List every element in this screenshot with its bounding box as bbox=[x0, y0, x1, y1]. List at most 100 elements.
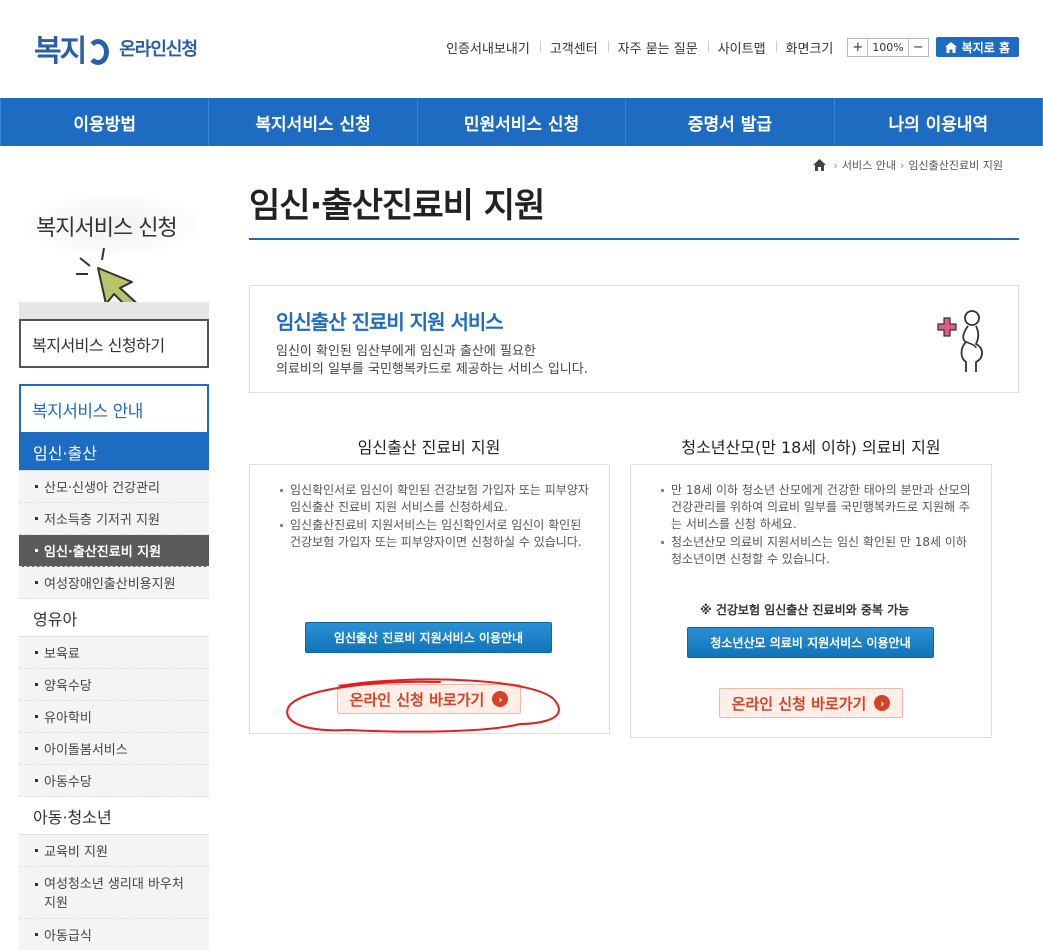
welfare-home-button[interactable]: 복지로 홈 bbox=[935, 37, 1019, 57]
global-nav: 이용방법 복지서비스 신청 민원서비스 신청 증명서 발급 나의 이용내역 bbox=[0, 98, 1043, 146]
sidebar-category-infant[interactable]: 영유아 bbox=[19, 599, 209, 637]
sidebar-item-childcare-fee[interactable]: 보육료 bbox=[19, 637, 209, 669]
pregnancy-guide-button[interactable]: 임신출산 진료비 지원서비스 이용안내 bbox=[305, 622, 552, 653]
sidebar-ledge bbox=[19, 302, 209, 319]
bullet-icon bbox=[35, 747, 38, 750]
sidebar-item-label: 임신·출산진료비 지원 bbox=[44, 545, 162, 560]
gnb-item-usage[interactable]: 이용방법 bbox=[0, 98, 210, 146]
sidebar-item-disabled-birth[interactable]: 여성장애인출산비용지원 bbox=[19, 567, 209, 599]
intro-heading: 임신출산 진료비 지원 서비스 bbox=[276, 310, 504, 334]
home-icon bbox=[944, 41, 957, 53]
sidebar-item-parenting-allowance[interactable]: 양육수당 bbox=[19, 669, 209, 701]
bullet-icon bbox=[35, 933, 38, 936]
bullet-icon bbox=[35, 715, 38, 718]
intro-line: 의료비의 일부를 국민행복카드로 제공하는 서비스 입니다. bbox=[276, 362, 588, 377]
sidebar-item-label: 아동수당 bbox=[44, 775, 92, 790]
teen-mother-online-apply-button[interactable]: 온라인 신청 바로가기 › bbox=[719, 688, 903, 718]
sidebar-item-label: 여성장애인출산비용지원 bbox=[44, 577, 176, 592]
sidebar-menu: 임신·출산 산모·신생아 건강관리 저소득층 기저귀 지원 임신·출산진료비 지… bbox=[19, 434, 209, 950]
sidebar-item-child-meals[interactable]: 아동급식 bbox=[19, 919, 209, 950]
bullet-icon bbox=[35, 581, 38, 584]
breadcrumb-item[interactable]: 서비스 안내 bbox=[842, 157, 896, 173]
gnb-item-welfare-apply[interactable]: 복지서비스 신청 bbox=[209, 98, 418, 146]
bullet-icon bbox=[661, 489, 664, 492]
breadcrumb-separator: › bbox=[900, 158, 905, 172]
home-button-label: 복지로 홈 bbox=[961, 40, 1010, 55]
util-link-faq[interactable]: 자주 묻는 질문 bbox=[607, 38, 708, 57]
zoom-in-button[interactable]: + bbox=[848, 38, 869, 56]
sidebar-category-youth[interactable]: 아동·청소년 bbox=[19, 797, 209, 835]
online-button-label: 온라인 신청 바로가기 bbox=[731, 694, 867, 713]
logo[interactable]: 복지 온라인신청 bbox=[34, 26, 198, 70]
list-item: 임신확인서로 임신이 확인된 건강보험 가입자 또는 피부양자 임신출산 진료비… bbox=[280, 482, 592, 516]
title-divider bbox=[249, 238, 1019, 240]
bullet-icon bbox=[661, 541, 664, 544]
gnb-item-my-history[interactable]: 나의 이용내역 bbox=[835, 98, 1043, 146]
list-item-text: 임신확인서로 임신이 확인된 건강보험 가입자 또는 피부양자 임신출산 진료비… bbox=[290, 483, 589, 514]
logo-subtitle: 온라인신청 bbox=[119, 39, 198, 60]
sidebar-item-postpartum-care[interactable]: 산모·신생아 건강관리 bbox=[19, 471, 209, 503]
sidebar-category-pregnancy[interactable]: 임신·출산 bbox=[19, 434, 209, 471]
duplicate-note: ※ 건강보험 임신출산 진료비와 중복 가능 bbox=[700, 603, 910, 617]
list-item: 만 18세 이하 청소년 산모에게 건강한 태아의 분만과 산모의 건강관리를 … bbox=[661, 482, 975, 533]
list-item: 임신출산진료비 지원서비스는 임신확인서로 임신이 확인된 건강보험 가입자 또… bbox=[280, 517, 592, 551]
bullet-icon bbox=[35, 549, 38, 552]
list-item: 청소년산모 의료비 지원서비스는 임신 확인된 만 18세 이하 청소년이면 신… bbox=[661, 534, 975, 568]
zoom-out-button[interactable]: − bbox=[907, 38, 928, 56]
zoom-control: + 100% − bbox=[847, 37, 929, 57]
right-column-title: 청소년산모(만 18세 이하) 의료비 지원 bbox=[681, 438, 941, 457]
sidebar-item-diaper-support[interactable]: 저소득층 기저귀 지원 bbox=[19, 503, 209, 535]
bullet-icon bbox=[280, 489, 283, 492]
sidebar-item-label: 저소득층 기저귀 지원 bbox=[44, 513, 160, 528]
bullet-icon bbox=[35, 651, 38, 654]
util-link-customer-center[interactable]: 고객센터 bbox=[539, 38, 608, 57]
gnb-item-civil-apply[interactable]: 민원서비스 신청 bbox=[418, 98, 627, 146]
util-link-sitemap[interactable]: 사이트맵 bbox=[707, 38, 776, 57]
list-item-text: 청소년산모 의료비 지원서비스는 임신 확인된 만 18세 이하 청소년이면 신… bbox=[671, 535, 967, 566]
zoom-value: 100% bbox=[872, 40, 904, 54]
sidebar-title: 복지서비스 신청 bbox=[36, 216, 178, 241]
sidebar-item-pregnancy-medical[interactable]: 임신·출산진료비 지원 bbox=[19, 535, 209, 567]
chevron-right-icon: › bbox=[874, 695, 891, 711]
logo-swoosh-icon bbox=[87, 39, 110, 65]
bullet-icon bbox=[280, 524, 283, 527]
bullet-icon bbox=[35, 883, 38, 886]
intro-text: 임신이 확인된 임산부에게 임신과 출산에 필요한 의료비의 일부를 국민행복카… bbox=[276, 343, 588, 379]
annotation-circle bbox=[286, 678, 560, 733]
sidebar-item-label: 아동급식 bbox=[44, 929, 92, 944]
list-item-text: 임신출산진료비 지원서비스는 임신확인서로 임신이 확인된 건강보험 가입자 또… bbox=[290, 518, 582, 549]
sidebar-item-label: 아이돌봄서비스 bbox=[44, 743, 128, 758]
sidebar-apply-link[interactable]: 복지서비스 신청하기 bbox=[19, 319, 209, 368]
breadcrumb-item-current: 임신출산진료비 지원 bbox=[908, 159, 1003, 172]
sidebar-guide-title[interactable]: 복지서비스 안내 bbox=[19, 384, 209, 434]
sidebar-item-babysitting[interactable]: 아이돌봄서비스 bbox=[19, 733, 209, 765]
sidebar-item-label: 유아학비 bbox=[44, 711, 92, 726]
sidebar-item-label: 산모·신생아 건강관리 bbox=[44, 481, 160, 496]
sidebar-item-label: 여성청소년 생리대 바우처 지원 bbox=[44, 877, 184, 911]
right-column-list: 만 18세 이하 청소년 산모에게 건강한 태아의 분만과 산모의 건강관리를 … bbox=[661, 482, 975, 569]
utility-bar: 인증서내보내기 고객센터 자주 묻는 질문 사이트맵 화면크기 + 100% −… bbox=[436, 37, 1019, 57]
sidebar-item-label: 보육료 bbox=[44, 647, 80, 662]
sidebar-item-child-allowance[interactable]: 아동수당 bbox=[19, 765, 209, 797]
intro-line: 임신이 확인된 임산부에게 임신과 출산에 필요한 bbox=[276, 344, 536, 359]
bullet-icon bbox=[35, 779, 38, 782]
logo-mark: 복지 bbox=[34, 26, 110, 70]
left-column-title: 임신출산 진료비 지원 bbox=[357, 438, 501, 457]
sidebar-item-kindergarten-fee[interactable]: 유아학비 bbox=[19, 701, 209, 733]
sidebar-item-sanitary-voucher[interactable]: 여성청소년 생리대 바우처 지원 bbox=[19, 867, 209, 919]
bullet-icon bbox=[35, 485, 38, 488]
gnb-item-certificates[interactable]: 증명서 발급 bbox=[626, 98, 835, 146]
bullet-icon bbox=[35, 517, 38, 520]
breadcrumb-separator: › bbox=[833, 158, 838, 172]
util-link-cert-export[interactable]: 인증서내보내기 bbox=[436, 38, 540, 57]
bullet-icon bbox=[35, 683, 38, 686]
pregnant-woman-icon bbox=[937, 310, 983, 372]
sidebar-item-label: 양육수당 bbox=[44, 679, 92, 694]
sidebar-item-education-fee[interactable]: 교육비 지원 bbox=[19, 835, 209, 867]
home-icon[interactable] bbox=[812, 159, 826, 171]
sidebar-item-label: 교육비 지원 bbox=[44, 845, 108, 860]
teen-mother-guide-button[interactable]: 청소년산모 의료비 지원서비스 이용안내 bbox=[687, 627, 934, 658]
header: 복지 온라인신청 인증서내보내기 고객센터 자주 묻는 질문 사이트맵 화면크기… bbox=[0, 0, 1043, 98]
intro-box: 임신출산 진료비 지원 서비스 임신이 확인된 임산부에게 임신과 출산에 필요… bbox=[249, 285, 1019, 393]
page-title: 임신·출산진료비 지원 bbox=[249, 186, 545, 226]
